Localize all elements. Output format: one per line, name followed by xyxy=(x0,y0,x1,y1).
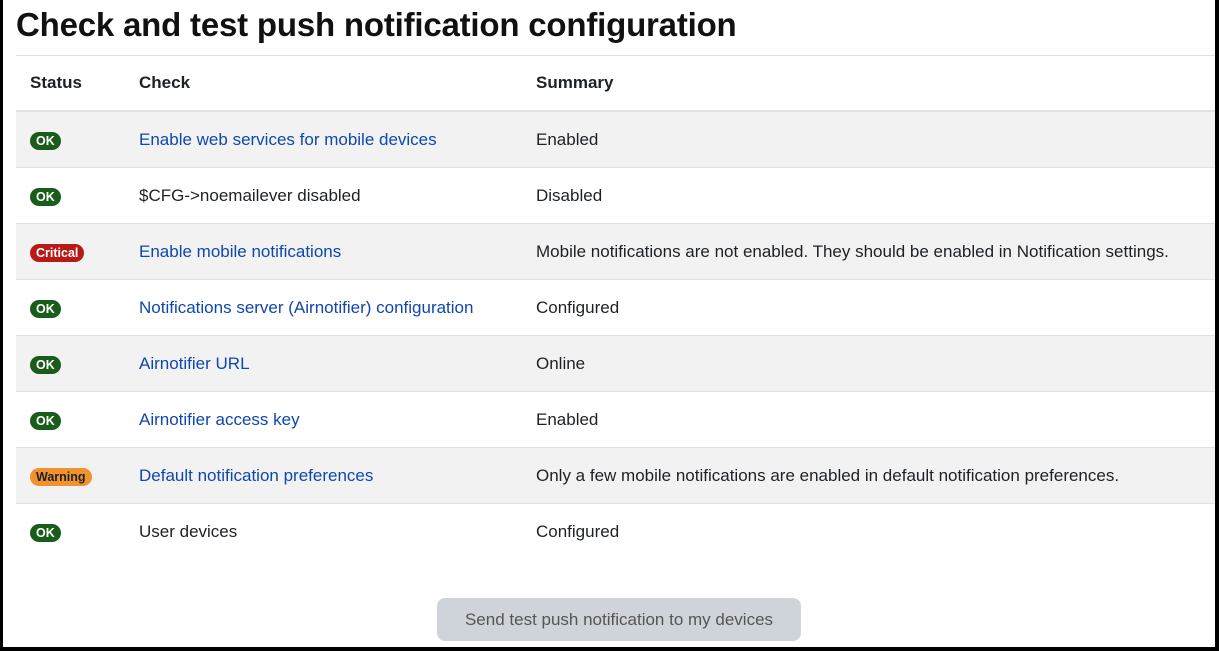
check-cell: User devices xyxy=(139,503,536,559)
page-title: Check and test push notification configu… xyxy=(16,6,737,43)
page-frame: Check and test push notification configu… xyxy=(3,0,1215,647)
table-row: OK Enable web services for mobile devices… xyxy=(16,111,1215,168)
status-badge-ok: OK xyxy=(30,523,61,542)
summary-cell: Only a few mobile notifications are enab… xyxy=(536,447,1215,504)
status-badge-ok: OK xyxy=(30,411,61,430)
status-cell: OK xyxy=(16,167,139,224)
check-link[interactable]: Enable web services for mobile devices xyxy=(139,130,437,149)
column-header-summary: Summary xyxy=(536,56,1215,112)
check-cell: $CFG->noemailever disabled xyxy=(139,167,536,224)
checks-table: Status Check Summary OK Enable web servic… xyxy=(16,56,1215,559)
column-header-status: Status xyxy=(16,56,139,112)
status-badge-ok: OK xyxy=(30,355,61,374)
status-cell: OK xyxy=(16,503,139,559)
table-row: Warning Default notification preferences O… xyxy=(16,447,1215,504)
summary-cell: Online xyxy=(536,335,1215,392)
check-link[interactable]: Enable mobile notifications xyxy=(139,242,341,261)
status-cell: OK xyxy=(16,335,139,392)
summary-cell: Enabled xyxy=(536,111,1215,168)
status-cell: OK xyxy=(16,111,139,168)
summary-cell: Disabled xyxy=(536,167,1215,224)
check-label: $CFG->noemailever disabled xyxy=(139,185,361,205)
status-cell: OK xyxy=(16,391,139,448)
check-link[interactable]: Default notification preferences xyxy=(139,466,373,485)
check-cell: Airnotifier access key xyxy=(139,391,536,448)
status-badge-ok: OK xyxy=(30,131,61,150)
check-link[interactable]: Airnotifier URL xyxy=(139,354,250,373)
send-test-notification-button[interactable]: Send test push notification to my device… xyxy=(437,598,801,641)
table-row: Critical Enable mobile notifications Mobil… xyxy=(16,223,1215,280)
status-badge-ok: OK xyxy=(30,187,61,206)
table-row: OK $CFG->noemailever disabled Disabled xyxy=(16,167,1215,224)
status-badge-warning: Warning xyxy=(30,467,92,486)
summary-cell: Configured xyxy=(536,503,1215,559)
check-cell: Airnotifier URL xyxy=(139,335,536,392)
status-badge-critical: Critical xyxy=(30,243,85,262)
check-link[interactable]: Notifications server (Airnotifier) confi… xyxy=(139,298,473,317)
table-row: OK Airnotifier access key Enabled xyxy=(16,391,1215,448)
status-badge-ok: OK xyxy=(30,299,61,318)
column-header-check: Check xyxy=(139,56,536,112)
check-link[interactable]: Airnotifier access key xyxy=(139,410,300,429)
table-row: OK User devices Configured xyxy=(16,503,1215,559)
table-row: OK Airnotifier URL Online xyxy=(16,335,1215,392)
status-cell: OK xyxy=(16,279,139,336)
summary-cell: Configured xyxy=(536,279,1215,336)
table-header-row: Status Check Summary xyxy=(16,56,1215,112)
check-label: User devices xyxy=(139,521,238,541)
summary-cell: Enabled xyxy=(536,391,1215,448)
check-cell: Enable web services for mobile devices xyxy=(139,111,536,168)
summary-cell: Mobile notifications are not enabled. Th… xyxy=(536,223,1215,280)
check-cell: Notifications server (Airnotifier) confi… xyxy=(139,279,536,336)
check-cell: Enable mobile notifications xyxy=(139,223,536,280)
status-cell: Critical xyxy=(16,223,139,280)
check-cell: Default notification preferences xyxy=(139,447,536,504)
status-cell: Warning xyxy=(16,447,139,504)
table-row: OK Notifications server (Airnotifier) con… xyxy=(16,279,1215,336)
